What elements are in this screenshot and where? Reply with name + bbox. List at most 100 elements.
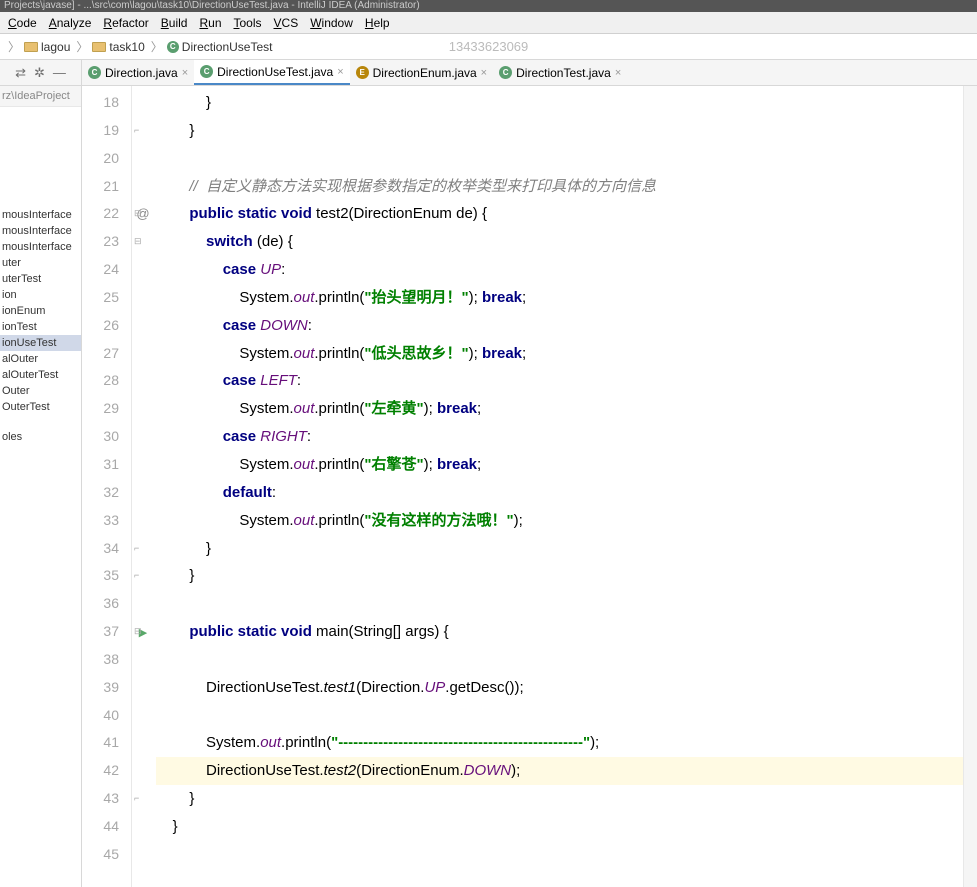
sidebar-item-mousinterface[interactable]: mousInterface [0,207,81,223]
sidebar-item-alouter[interactable]: alOuter [0,351,81,367]
line-number[interactable]: 41 [82,729,119,757]
line-number[interactable]: 22 [82,200,119,228]
code-line[interactable]: System.out.println("左牵黄"); break; [156,395,963,423]
tab-directionenum[interactable]: EDirectionEnum.java× [350,60,493,85]
code-line[interactable] [156,145,963,173]
menu-window[interactable]: Window [304,14,359,32]
sidebar-item-oles[interactable]: oles [0,429,81,445]
code-line[interactable]: case LEFT: [156,367,963,395]
code-line[interactable] [156,702,963,730]
sidebar-item-ion[interactable]: ion [0,287,81,303]
line-number[interactable]: 25 [82,284,119,312]
tab-directiontest[interactable]: CDirectionTest.java× [493,60,627,85]
breadcrumb-task10[interactable]: task10 [92,40,144,54]
code-line[interactable]: DirectionUseTest.test2(DirectionEnum.DOW… [156,757,963,785]
code-line[interactable]: // 自定义静态方法实现根据参数指定的枚举类型来打印具体的方向信息 [156,173,963,201]
code-line[interactable]: System.out.println("低头思故乡！"); break; [156,340,963,368]
sidebar-item-ionusetest[interactable]: ionUseTest [0,335,81,351]
project-sidebar[interactable]: rz\IdeaProject mousInterfacemousInterfac… [0,86,82,887]
code-line[interactable]: DirectionUseTest.test1(Direction.UP.getD… [156,674,963,702]
line-number[interactable]: 24 [82,256,119,284]
breadcrumb-directionusetest[interactable]: CDirectionUseTest [167,40,273,54]
sidebar-item-utertest[interactable]: uterTest [0,271,81,287]
line-number[interactable]: 27 [82,340,119,368]
fold-gutter[interactable]: ⌐ ⊟ ⊟ ⌐ ⌐ ⊟ ⌐ [132,86,148,887]
code-line[interactable]: } [156,562,963,590]
line-number[interactable]: 39 [82,674,119,702]
line-number[interactable]: 29 [82,395,119,423]
gear-icon[interactable]: ✲ [34,65,45,81]
sidebar-item-outer[interactable]: Outer [0,383,81,399]
code-line[interactable]: } [156,535,963,563]
sidebar-item-mousinterface[interactable]: mousInterface [0,239,81,255]
code-line[interactable]: public static void main(String[] args) { [156,618,963,646]
menu-vcs[interactable]: VCS [268,14,305,32]
line-number[interactable]: 38 [82,646,119,674]
line-number[interactable]: 45 [82,841,119,869]
scrollbar-vertical[interactable] [963,86,977,887]
code-area[interactable]: } } // 自定义静态方法实现根据参数指定的枚举类型来打印具体的方向信息 pu… [148,86,963,887]
fold-toggle-icon[interactable]: ⊟ [134,626,142,637]
sidebar-item-aloutertest[interactable]: alOuterTest [0,367,81,383]
collapse-icon[interactable]: — [53,65,66,80]
menu-build[interactable]: Build [155,14,194,32]
line-number[interactable]: 42 [82,757,119,785]
editor[interactable]: 1819202122232425262728293031323334353637… [82,86,977,887]
fold-toggle-icon[interactable]: ⊟ [134,208,142,219]
code-line[interactable]: System.out.println("没有这样的方法哦！"); [156,507,963,535]
fold-toggle-icon[interactable]: ⌐ [134,125,139,135]
code-line[interactable]: switch (de) { [156,228,963,256]
fold-toggle-icon[interactable]: ⊟ [134,236,142,247]
fold-toggle-icon[interactable]: ⌐ [134,793,139,803]
fold-toggle-icon[interactable]: ⌐ [134,570,139,580]
code-line[interactable]: } [156,117,963,145]
line-number[interactable]: 44 [82,813,119,841]
code-line[interactable]: } [156,813,963,841]
code-line[interactable]: public static void test2(DirectionEnum d… [156,200,963,228]
code-line[interactable]: case RIGHT: [156,423,963,451]
code-line[interactable] [156,841,963,869]
menu-tools[interactable]: Tools [228,14,268,32]
line-number[interactable]: 34 [82,535,119,563]
close-icon[interactable]: × [615,67,621,79]
menu-run[interactable]: Run [193,14,227,32]
line-number[interactable]: 31 [82,451,119,479]
line-number[interactable]: 37 [82,618,119,646]
line-number[interactable]: 43 [82,785,119,813]
line-number[interactable]: 36 [82,590,119,618]
sidebar-item-iontest[interactable]: ionTest [0,319,81,335]
sidebar-item-mousinterface[interactable]: mousInterface [0,223,81,239]
line-number[interactable]: 20 [82,145,119,173]
code-line[interactable]: case UP: [156,256,963,284]
code-line[interactable] [156,646,963,674]
sidebar-item-outertest[interactable]: OuterTest [0,399,81,415]
code-line[interactable]: } [156,785,963,813]
sidebar-item-uter[interactable]: uter [0,255,81,271]
code-line[interactable]: default: [156,479,963,507]
line-number[interactable]: 18 [82,89,119,117]
target-icon[interactable]: ⇄ [15,65,26,81]
line-number[interactable]: 30 [82,423,119,451]
code-line[interactable]: System.out.println("右擎苍"); break; [156,451,963,479]
line-number[interactable]: 35 [82,562,119,590]
sidebar-item-ionenum[interactable]: ionEnum [0,303,81,319]
menu-analyze[interactable]: Analyze [43,14,98,32]
line-number[interactable]: 40 [82,702,119,730]
line-number[interactable]: 33 [82,507,119,535]
code-line[interactable]: System.out.println("--------------------… [156,729,963,757]
line-number-gutter[interactable]: 1819202122232425262728293031323334353637… [82,86,132,887]
code-line[interactable] [156,590,963,618]
code-line[interactable]: System.out.println("抬头望明月！"); break; [156,284,963,312]
line-number[interactable]: 32 [82,479,119,507]
fold-toggle-icon[interactable]: ⌐ [134,543,139,553]
line-number[interactable]: 28 [82,367,119,395]
line-number[interactable]: 26 [82,312,119,340]
close-icon[interactable]: × [337,66,343,78]
line-number[interactable]: 21 [82,173,119,201]
menu-refactor[interactable]: Refactor [97,14,154,32]
menu-code[interactable]: Code [2,14,43,32]
menu-help[interactable]: Help [359,14,396,32]
breadcrumb-lagou[interactable]: lagou [24,40,70,54]
close-icon[interactable]: × [182,67,188,79]
tab-directionusetest[interactable]: CDirectionUseTest.java× [194,60,349,85]
